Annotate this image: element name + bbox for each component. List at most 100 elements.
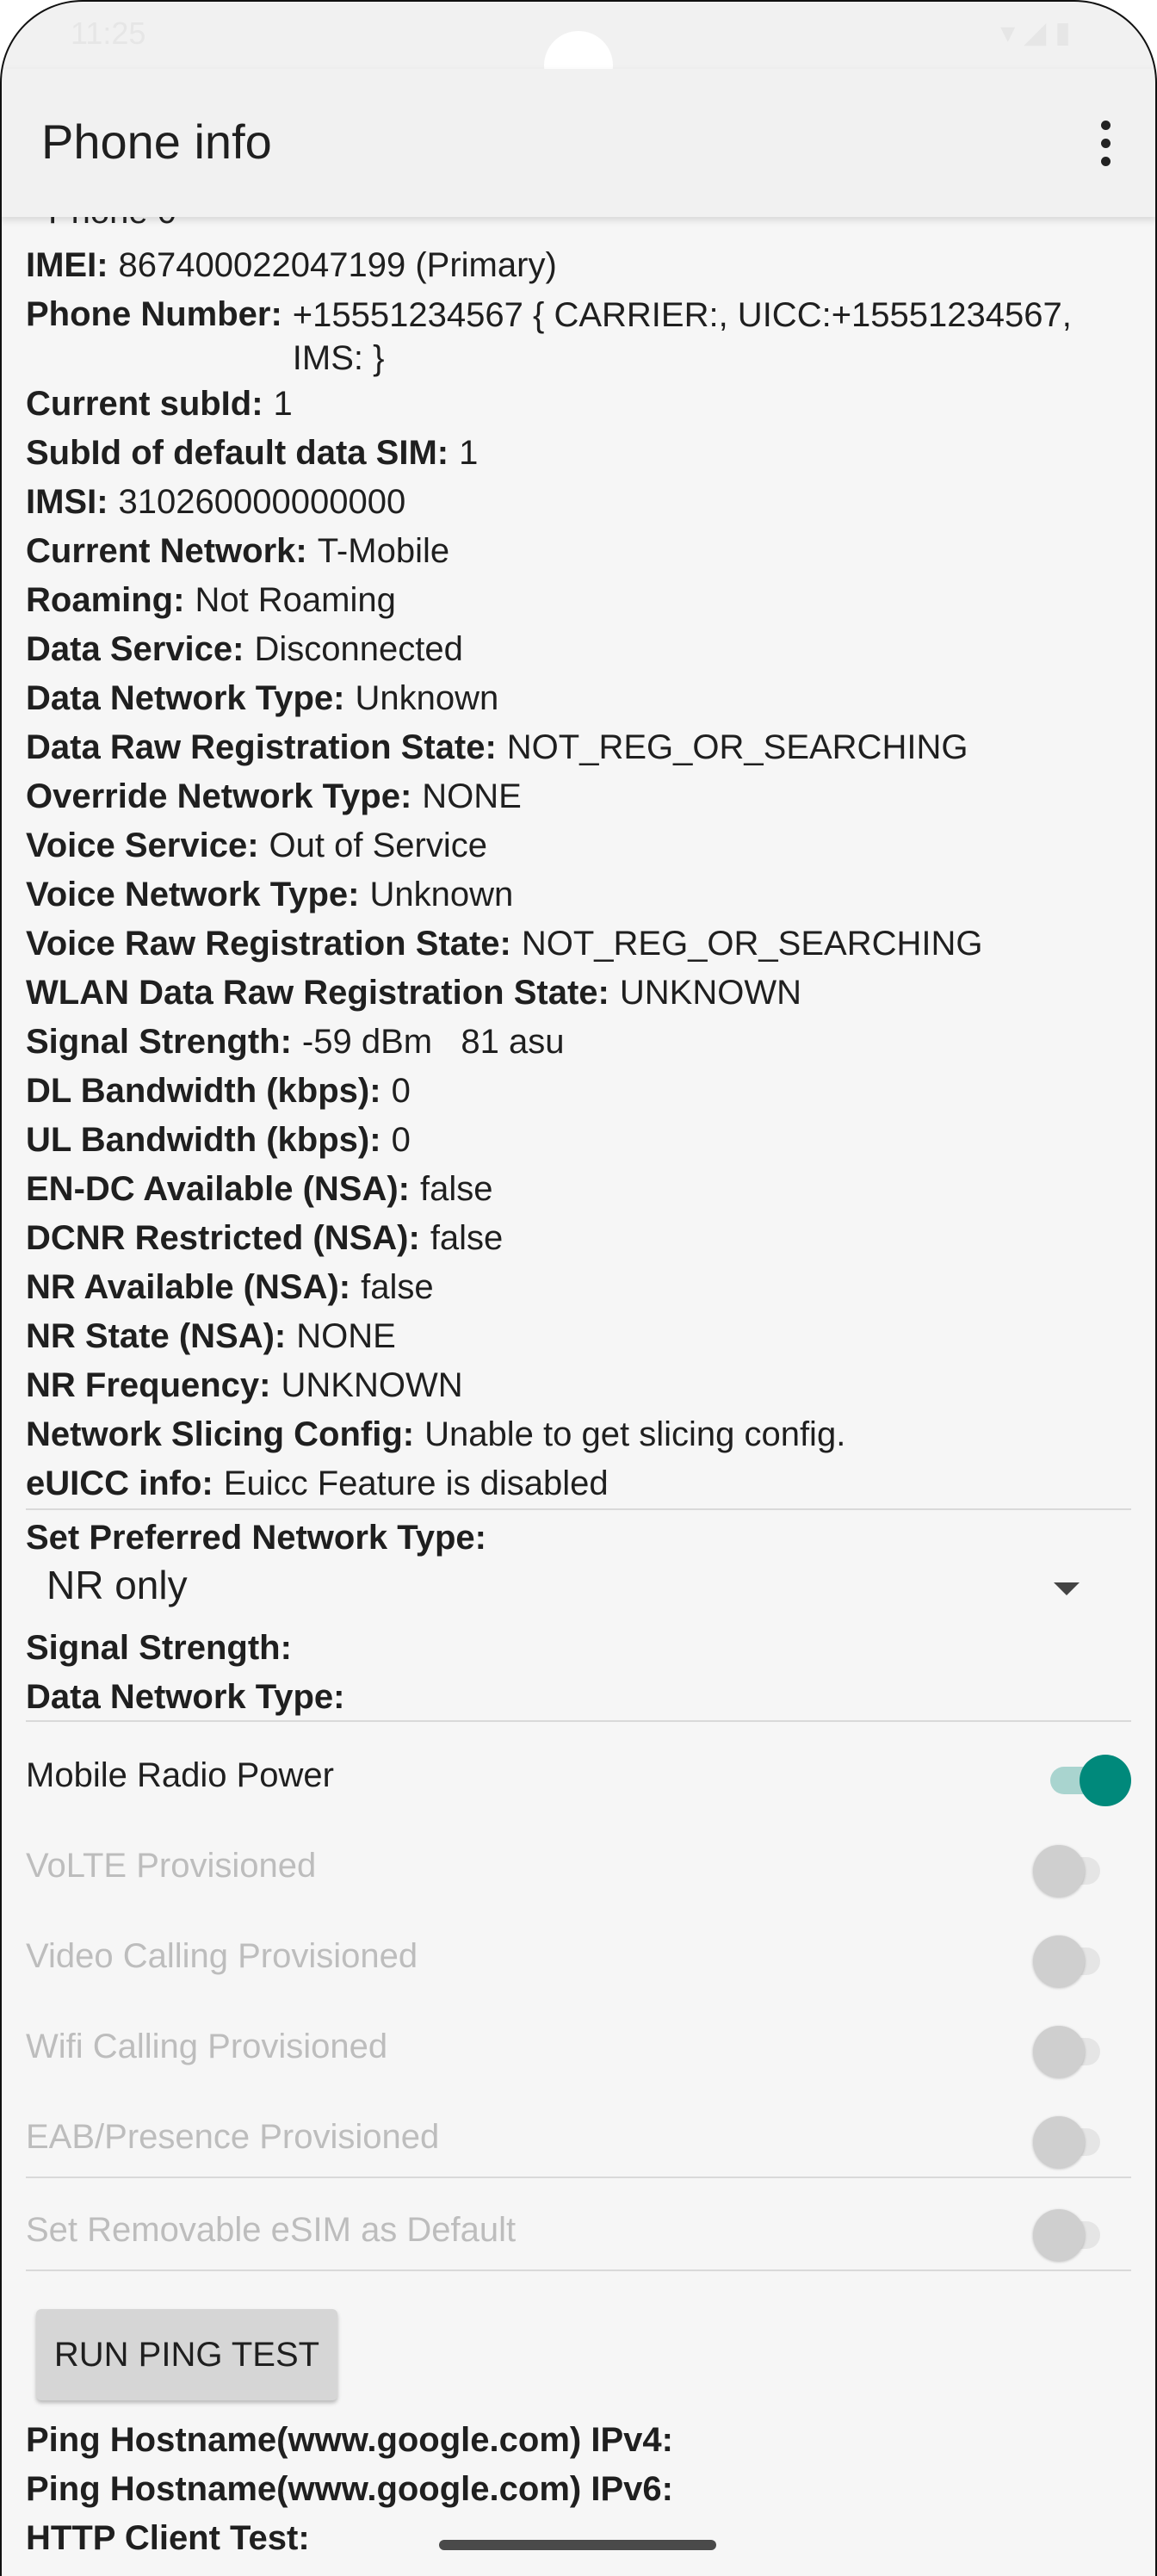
divider <box>26 2177 1131 2178</box>
run-ping-test-button[interactable]: RUN PING TEST <box>36 2309 337 2400</box>
info-value: UNKNOWN <box>619 974 801 1012</box>
info-label: NR Available (NSA): <box>26 1268 351 1306</box>
more-vert-icon[interactable] <box>1078 108 1133 177</box>
info-value: NOT_REG_OR_SEARCHING <box>506 728 968 766</box>
info-row: DCNR Restricted (NSA): false <box>26 1214 1136 1263</box>
info-value: 1 <box>459 434 479 472</box>
status-icons: ▾◢▮ <box>1000 16 1080 49</box>
info-value: 0 <box>391 1072 411 1110</box>
preferred-network-spinner[interactable]: NR only <box>26 1560 1131 1622</box>
divider <box>26 1508 1131 1510</box>
info-row: SubId of default data SIM: 1 <box>26 429 1136 478</box>
switch-label: Mobile Radio Power <box>26 1756 334 1794</box>
switch-thumb[interactable] <box>1033 2209 1085 2261</box>
info-row: DL Bandwidth (kbps): 0 <box>26 1067 1136 1116</box>
info-label: DCNR Restricted (NSA): <box>26 1219 420 1257</box>
info-row: Data Service: Disconnected <box>26 625 1136 674</box>
info-label: NR Frequency: <box>26 1366 271 1404</box>
info-label: NR State (NSA): <box>26 1317 287 1355</box>
info-row: Network Slicing Config: Unable to get sli… <box>26 1410 1136 1459</box>
info-label: Override Network Type: <box>26 777 412 815</box>
info-row: Phone Number: +15551234567 { CARRIER:, UI… <box>26 290 1136 380</box>
info-value: false <box>419 1170 493 1208</box>
ping-ipv6-label: Ping Hostname(www.google.com) IPv6: <box>26 2470 673 2508</box>
info-label: IMSI: <box>26 483 108 521</box>
info-value: 310260000000000 <box>118 483 406 521</box>
switch-thumb[interactable] <box>1033 1845 1085 1897</box>
info-row: Voice Network Type: Unknown <box>26 870 1136 920</box>
info-label: Signal Strength: <box>26 1023 292 1061</box>
switch-thumb[interactable] <box>1033 2026 1085 2078</box>
switch-label: Set Removable eSIM as Default <box>26 2211 517 2249</box>
info-label: Voice Network Type: <box>26 876 360 913</box>
info-label: Voice Service: <box>26 827 259 864</box>
info-row: Current subId: 1 <box>26 380 1136 429</box>
info-label: DL Bandwidth (kbps): <box>26 1072 381 1110</box>
ping-ipv4-label: Ping Hostname(www.google.com) IPv4: <box>26 2421 673 2459</box>
status-time: 11:25 <box>71 15 146 51</box>
info-label: EN-DC Available (NSA): <box>26 1170 410 1208</box>
dropdown-arrow-icon <box>1054 1582 1080 1595</box>
info-row: Current Network: T-Mobile <box>26 527 1136 576</box>
info-label: Network Slicing Config: <box>26 1415 415 1453</box>
switch-label: Video Calling Provisioned <box>26 1937 418 1975</box>
signal-strength-label: Signal Strength: <box>26 1629 292 1667</box>
info-value: Unable to get slicing config. <box>424 1415 846 1453</box>
switch-thumb[interactable] <box>1080 1755 1131 1806</box>
info-row: NR Available (NSA): false <box>26 1263 1136 1312</box>
data-network-type-label: Data Network Type: <box>26 1678 345 1716</box>
info-label: Data Raw Registration State: <box>26 728 497 766</box>
info-row: Voice Raw Registration State: NOT_REG_OR_… <box>26 920 1136 969</box>
preferred-network-value: NR only <box>46 1563 188 1607</box>
info-value: 1 <box>273 385 293 423</box>
info-value: UNKNOWN <box>281 1366 463 1404</box>
switch-label: VoLTE Provisioned <box>26 1847 317 1885</box>
info-row: Roaming: Not Roaming <box>26 576 1136 625</box>
info-value: +15551234567 { CARRIER:, UICC:+155512345… <box>292 296 1081 377</box>
info-row: eUICC info: Euicc Feature is disabled <box>26 1459 1136 1508</box>
home-indicator[interactable] <box>439 2540 716 2550</box>
info-label: IMEI: <box>26 246 108 284</box>
info-value: Unknown <box>355 679 499 717</box>
info-row: Signal Strength: -59 dBm 81 asu <box>26 1018 1136 1067</box>
switch-thumb[interactable] <box>1033 1935 1085 1987</box>
switch-thumb[interactable] <box>1033 2116 1085 2168</box>
http-client-test-label: HTTP Client Test: <box>26 2519 310 2557</box>
info-value: Euicc Feature is disabled <box>223 1464 609 1502</box>
info-rows: IMEI: 867400022047199 (Primary) Phone Num… <box>26 241 1136 1508</box>
info-value: false <box>361 1268 434 1306</box>
info-label: Roaming: <box>26 581 185 619</box>
info-value: false <box>430 1219 504 1257</box>
info-value: 867400022047199 (Primary) <box>118 246 557 284</box>
info-row: IMEI: 867400022047199 (Primary) <box>26 241 1136 290</box>
info-value: NONE <box>422 777 522 815</box>
info-value: T-Mobile <box>317 532 450 570</box>
info-row: NR State (NSA): NONE <box>26 1312 1136 1361</box>
page-title: Phone info <box>41 115 272 169</box>
phone-screen: 11:25 ▾◢▮ Phone info Phone 0 IMEI:867400… <box>0 0 1157 2576</box>
info-row: WLAN Data Raw Registration State: UNKNOWN <box>26 969 1136 1018</box>
info-value: NOT_REG_OR_SEARCHING <box>521 925 983 963</box>
divider <box>26 1720 1131 1722</box>
switch-label: EAB/Presence Provisioned <box>26 2118 440 2156</box>
info-row: IMSI: 310260000000000 <box>26 478 1136 527</box>
info-label: eUICC info: <box>26 1464 213 1502</box>
switch-eab-presence-provisioned[interactable]: EAB/Presence Provisioned <box>26 2111 1131 2173</box>
info-value: Disconnected <box>254 630 463 668</box>
switch-video-calling-provisioned[interactable]: Video Calling Provisioned <box>26 1930 1131 1992</box>
info-row: Data Network Type: Unknown <box>26 674 1136 723</box>
info-row: Voice Service: Out of Service <box>26 821 1136 870</box>
info-label: WLAN Data Raw Registration State: <box>26 974 609 1012</box>
switch-volte-provisioned[interactable]: VoLTE Provisioned <box>26 1840 1131 1902</box>
switch-removable-esim-default[interactable]: Set Removable eSIM as Default <box>26 2204 1131 2266</box>
info-label: Current Network: <box>26 532 307 570</box>
info-label: Phone Number: <box>26 295 282 333</box>
info-value: Out of Service <box>269 827 487 864</box>
switch-wifi-calling-provisioned[interactable]: Wifi Calling Provisioned <box>26 2021 1131 2083</box>
info-value: NONE <box>296 1317 396 1355</box>
info-row: NR Frequency: UNKNOWN <box>26 1361 1136 1410</box>
switch-mobile-radio-power[interactable]: Mobile Radio Power <box>26 1749 1131 1811</box>
info-value: -59 dBm 81 asu <box>301 1023 565 1061</box>
info-row: Data Raw Registration State: NOT_REG_OR_S… <box>26 723 1136 772</box>
info-value: 0 <box>391 1121 411 1159</box>
